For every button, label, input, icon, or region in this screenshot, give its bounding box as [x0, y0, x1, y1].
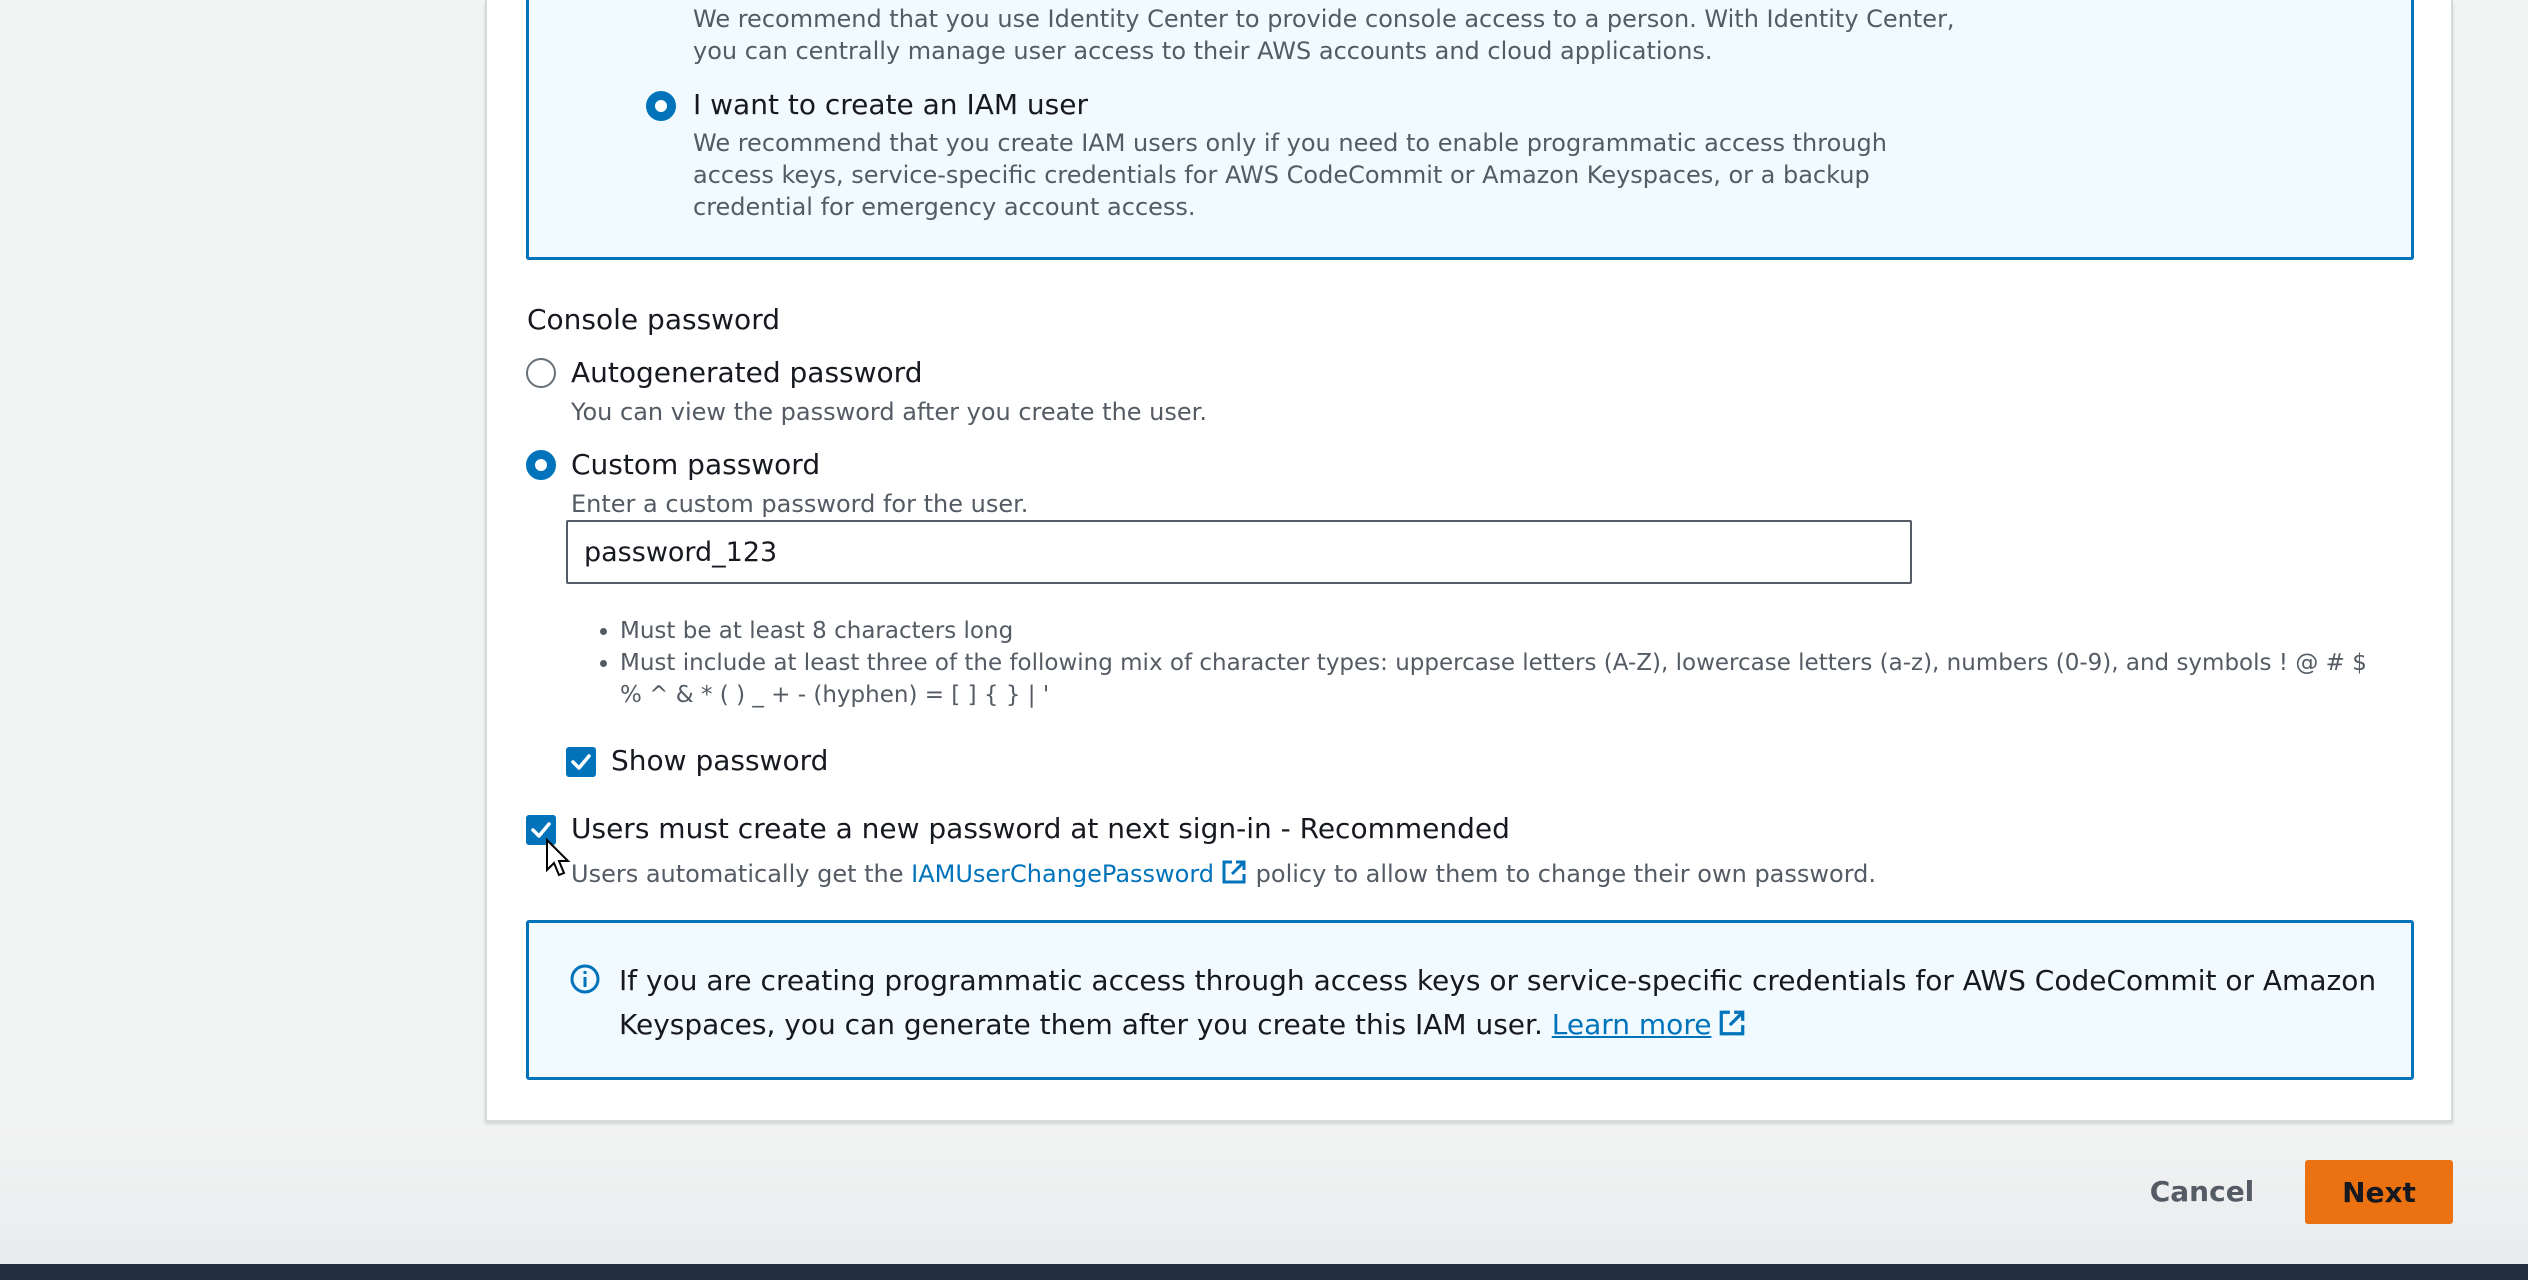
autogenerated-password-radio[interactable] [526, 358, 556, 388]
show-password-checkbox[interactable] [566, 747, 596, 777]
info-alert-message: If you are creating programmatic access … [619, 964, 2377, 1041]
page: We recommend that you use Identity Cente… [0, 0, 2528, 1280]
iam-user-description: We recommend that you create IAM users o… [693, 129, 1887, 221]
password-requirements-list: Must be at least 8 characters long Must … [620, 615, 2380, 711]
custom-password-description: Enter a custom password for the user. [571, 490, 1029, 518]
checkmark-icon [571, 754, 591, 770]
password-rule: Must be at least 8 characters long [620, 615, 2380, 647]
iam-user-label[interactable]: I want to create an IAM user [693, 87, 1088, 123]
learn-more-link[interactable]: Learn more [1552, 1008, 1712, 1041]
info-icon [570, 964, 600, 994]
require-password-reset-label[interactable]: Users must create a new password at next… [571, 811, 1510, 847]
mouse-pointer-icon [546, 838, 571, 877]
info-alert-text: If you are creating programmatic access … [619, 959, 2379, 1051]
autogenerated-password-description: You can view the password after you crea… [571, 398, 1207, 426]
bottom-bar [0, 1264, 2528, 1280]
iam-user-change-password-link[interactable]: IAMUserChangePassword [911, 860, 1214, 888]
require-password-reset-description: Users automatically get the IAMUserChang… [571, 858, 1876, 894]
next-button[interactable]: Next [2305, 1160, 2453, 1224]
show-password-label[interactable]: Show password [611, 743, 828, 779]
identity-center-description: We recommend that you use Identity Cente… [693, 5, 1955, 65]
cancel-button[interactable]: Cancel [2140, 1160, 2264, 1222]
password-rule: Must include at least three of the follo… [620, 647, 2380, 711]
policy-desc-prefix: Users automatically get the [571, 860, 912, 888]
policy-desc-suffix: policy to allow them to change their own… [1248, 860, 1877, 888]
external-link-icon[interactable] [1717, 1007, 1747, 1051]
iam-user-radio[interactable] [646, 91, 676, 121]
custom-password-radio[interactable] [526, 450, 556, 480]
autogenerated-password-label[interactable]: Autogenerated password [571, 355, 922, 391]
external-link-icon[interactable] [1220, 858, 1248, 894]
info-alert: If you are creating programmatic access … [526, 920, 2414, 1080]
custom-password-input[interactable] [566, 520, 1912, 584]
console-password-title: Console password [527, 303, 780, 336]
custom-password-label[interactable]: Custom password [571, 447, 820, 483]
